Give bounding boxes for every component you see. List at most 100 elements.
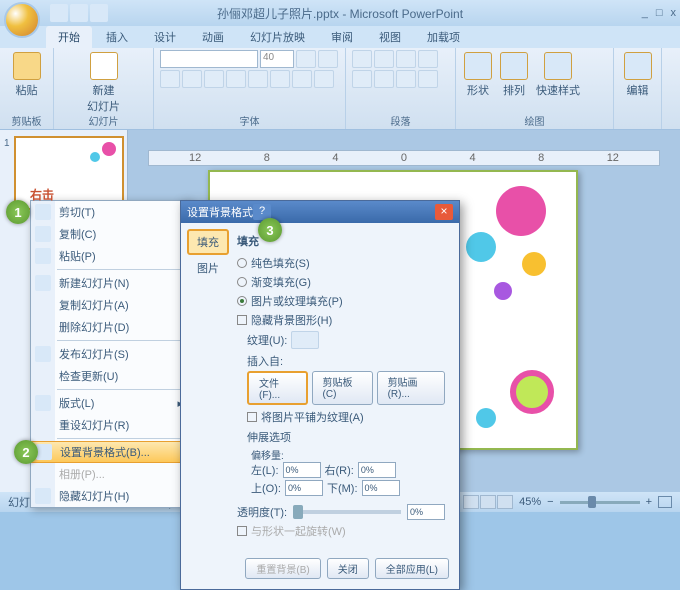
dialog-footer: 重置背景(B) 关闭 全部应用(L) (181, 552, 459, 589)
menu-publish[interactable]: 发布幻灯片(S) (31, 343, 189, 365)
fit-icon[interactable] (658, 496, 672, 508)
maximize-button[interactable]: □ (656, 7, 663, 19)
check-rotate[interactable]: 与形状一起旋转(W) (237, 523, 445, 539)
normal-view-icon[interactable] (463, 495, 479, 509)
font-size-select[interactable]: 40 (260, 50, 294, 68)
zoom-slider[interactable] (560, 501, 640, 504)
menu-new-slide[interactable]: 新建幻灯片(N) (31, 272, 189, 294)
align-center-icon[interactable] (374, 70, 394, 88)
menu-album[interactable]: 相册(P)... (31, 463, 189, 485)
radio-picture[interactable]: 图片或纹理填充(P) (237, 293, 445, 309)
font-family-select[interactable] (160, 50, 258, 68)
new-slide-button[interactable]: 新建 幻灯片 (60, 50, 147, 116)
menu-reset[interactable]: 重设幻灯片(R) (31, 414, 189, 436)
dialog-tab-picture[interactable]: 图片 (187, 257, 229, 279)
menu-dup-slide[interactable]: 复制幻灯片(A) (31, 294, 189, 316)
font-group-label: 字体 (154, 113, 345, 128)
font-color-icon[interactable] (314, 70, 334, 88)
tab-view[interactable]: 视图 (367, 26, 413, 48)
menu-cut[interactable]: 剪切(T) (31, 201, 189, 223)
dialog-titlebar[interactable]: 设置背景格式 ? × (181, 201, 459, 223)
right-label: 右(R): (325, 462, 354, 478)
tab-insert[interactable]: 插入 (94, 26, 140, 48)
close-button[interactable]: 关闭 (327, 558, 369, 579)
tab-addins[interactable]: 加载项 (415, 26, 472, 48)
bullets-icon[interactable] (352, 50, 372, 68)
check-tile[interactable]: 将图片平铺为纹理(A) (247, 409, 445, 425)
transparency-slider[interactable] (293, 510, 401, 514)
qat-save-icon[interactable] (50, 4, 68, 22)
texture-picker[interactable] (291, 331, 319, 349)
underline-icon[interactable] (204, 70, 224, 88)
deco-circle-icon (476, 408, 496, 428)
align-right-icon[interactable] (396, 70, 416, 88)
menu-paste[interactable]: 粘贴(P) (31, 245, 189, 267)
dialog-tabs: 填充 图片 (187, 229, 229, 546)
edit-button[interactable]: 编辑 (620, 50, 655, 100)
case-icon[interactable] (292, 70, 312, 88)
arrange-icon (500, 52, 528, 80)
menu-format-background[interactable]: 设置背景格式(B)... (31, 441, 189, 463)
checkbox-icon (247, 412, 257, 422)
shapes-button[interactable]: 形状 (462, 50, 494, 100)
cut-icon (35, 204, 51, 220)
shrink-font-icon[interactable] (318, 50, 338, 68)
zoom-level[interactable]: 45% (519, 496, 541, 508)
radio-gradient[interactable]: 渐变填充(G) (237, 274, 445, 290)
qat-redo-icon[interactable] (90, 4, 108, 22)
new-slide-label: 新建 幻灯片 (87, 82, 120, 114)
callout-2: 2 (14, 440, 38, 464)
deco-ring-icon (510, 370, 554, 414)
indent-inc-icon[interactable] (418, 50, 438, 68)
slideshow-view-icon[interactable] (497, 495, 513, 509)
tab-home[interactable]: 开始 (46, 26, 92, 48)
align-left-icon[interactable] (352, 70, 372, 88)
italic-icon[interactable] (182, 70, 202, 88)
offset-label: 偏移量: (251, 447, 445, 462)
right-spinner[interactable]: 0% (358, 462, 396, 478)
dialog-tab-fill[interactable]: 填充 (187, 229, 229, 255)
office-button[interactable] (4, 2, 40, 38)
check-hide-bg[interactable]: 隐藏背景图形(H) (237, 312, 445, 328)
top-spinner[interactable]: 0% (285, 480, 323, 496)
numbering-icon[interactable] (374, 50, 394, 68)
minimize-button[interactable]: _ (642, 7, 648, 19)
menu-hide[interactable]: 隐藏幻灯片(H) (31, 485, 189, 507)
menu-copy[interactable]: 复制(C) (31, 223, 189, 245)
transparency-spinner[interactable]: 0% (407, 504, 445, 520)
zoom-out-icon[interactable]: − (547, 496, 553, 508)
zoom-in-icon[interactable]: + (646, 496, 652, 508)
quick-styles-button[interactable]: 快速样式 (534, 50, 582, 100)
clipboard-button[interactable]: 剪贴板(C) (312, 371, 373, 405)
apply-all-button[interactable]: 全部应用(L) (375, 558, 449, 579)
menu-del-slide[interactable]: 删除幻灯片(D) (31, 316, 189, 338)
close-button[interactable]: x (671, 7, 677, 19)
bottom-spinner[interactable]: 0% (362, 480, 400, 496)
menu-layout[interactable]: 版式(L)▸ (31, 392, 189, 414)
arrange-button[interactable]: 排列 (498, 50, 530, 100)
grow-font-icon[interactable] (296, 50, 316, 68)
tab-review[interactable]: 审阅 (319, 26, 365, 48)
menu-check[interactable]: 检查更新(U) (31, 365, 189, 387)
tab-animation[interactable]: 动画 (190, 26, 236, 48)
indent-dec-icon[interactable] (396, 50, 416, 68)
left-spinner[interactable]: 0% (283, 462, 321, 478)
deco-circle-icon (522, 252, 546, 276)
thumb-deco-icon (90, 152, 100, 162)
columns-icon[interactable] (418, 70, 438, 88)
qat-undo-icon[interactable] (70, 4, 88, 22)
paste-button[interactable]: 粘贴 (6, 50, 47, 100)
spacing-icon[interactable] (270, 70, 290, 88)
sorter-view-icon[interactable] (480, 495, 496, 509)
tab-slideshow[interactable]: 幻灯片放映 (238, 26, 317, 48)
shapes-label: 形状 (467, 82, 489, 98)
clipart-button[interactable]: 剪贴画(R)... (377, 371, 445, 405)
tab-design[interactable]: 设计 (142, 26, 188, 48)
shadow-icon[interactable] (248, 70, 268, 88)
strike-icon[interactable] (226, 70, 246, 88)
reset-bg-button[interactable]: 重置背景(B) (245, 558, 320, 579)
radio-solid[interactable]: 纯色填充(S) (237, 255, 445, 271)
file-button[interactable]: 文件(F)... (247, 371, 308, 405)
dialog-close-icon[interactable]: × (435, 204, 453, 220)
bold-icon[interactable] (160, 70, 180, 88)
